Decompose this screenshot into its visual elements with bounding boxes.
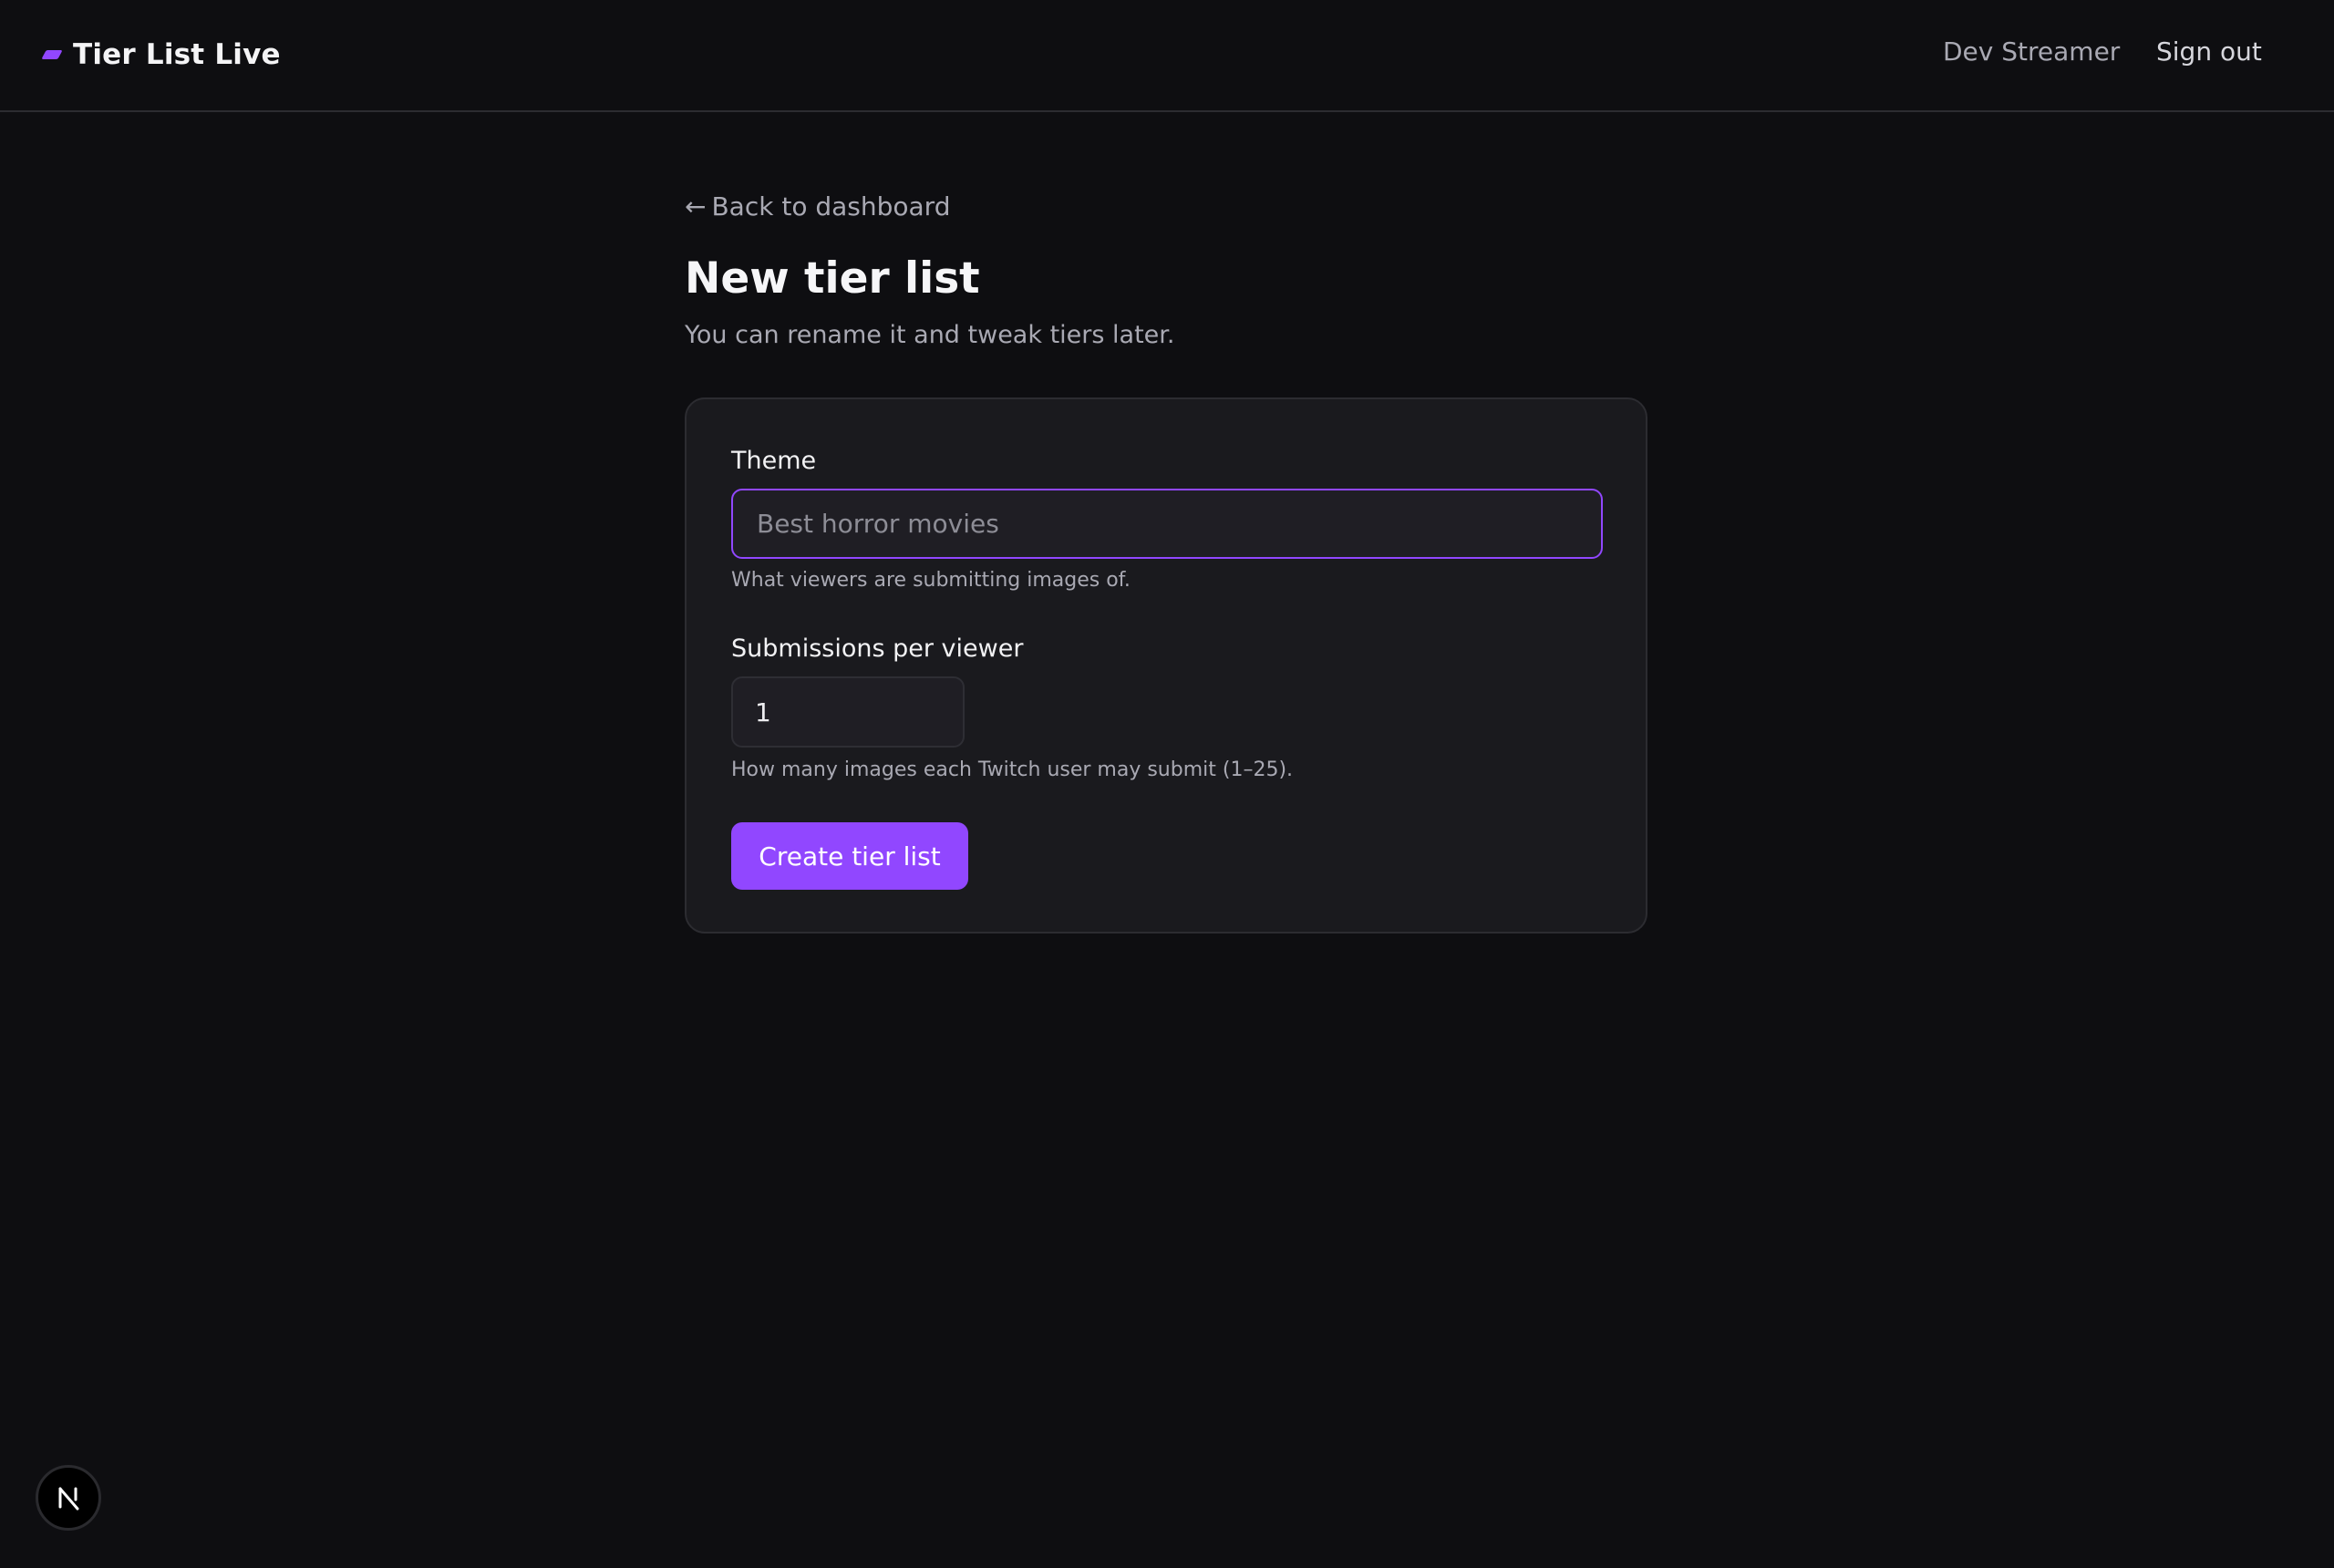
create-tier-list-button[interactable]: Create tier list bbox=[731, 822, 968, 890]
page-title: New tier list bbox=[685, 253, 980, 304]
nextjs-logo-icon bbox=[58, 1487, 79, 1511]
submissions-per-viewer-input[interactable] bbox=[731, 676, 965, 748]
top-navigation-bar: Tier List Live Dev Streamer Sign out bbox=[0, 0, 2334, 112]
theme-label: Theme bbox=[731, 447, 817, 475]
back-to-dashboard-link[interactable]: ← Back to dashboard bbox=[685, 191, 950, 222]
nextjs-dev-indicator[interactable] bbox=[36, 1465, 101, 1531]
brand-mark-icon bbox=[41, 50, 63, 59]
theme-input[interactable] bbox=[731, 489, 1603, 559]
theme-help-text: What viewers are submitting images of. bbox=[731, 569, 1131, 592]
brand-name: Tier List Live bbox=[73, 38, 281, 71]
back-link-label: Back to dashboard bbox=[711, 191, 951, 222]
user-name: Dev Streamer bbox=[1943, 36, 2121, 67]
page-subtitle: You can rename it and tweak tiers later. bbox=[685, 321, 1175, 349]
new-tier-list-form: Theme What viewers are submitting images… bbox=[685, 397, 1647, 934]
arrow-left-icon: ← bbox=[685, 191, 707, 222]
sign-out-button[interactable]: Sign out bbox=[2156, 36, 2262, 67]
submissions-help-text: How many images each Twitch user may sub… bbox=[731, 758, 1294, 781]
submissions-label: Submissions per viewer bbox=[731, 634, 1024, 663]
brand[interactable]: Tier List Live bbox=[41, 33, 281, 77]
